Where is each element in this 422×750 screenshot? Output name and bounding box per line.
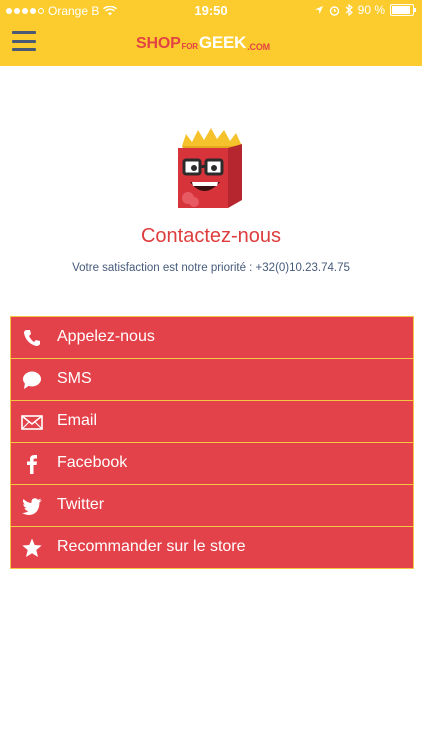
phone-icon <box>24 330 40 346</box>
logo-geek: GEEK <box>198 33 247 52</box>
facebook-label: Facebook <box>57 454 128 471</box>
battery-icon <box>390 4 416 16</box>
facebook-button[interactable]: Facebook <box>11 443 413 485</box>
star-icon <box>22 538 42 557</box>
call-us-button[interactable]: Appelez-nous <box>11 317 413 359</box>
recommend-store-button[interactable]: Recommander sur le store <box>11 527 413 568</box>
chat-bubble-icon <box>23 371 41 389</box>
logo-shop: SHOP <box>136 35 181 52</box>
email-button[interactable]: Email <box>11 401 413 443</box>
recommend-store-label: Recommander sur le store <box>57 538 246 555</box>
call-us-label: Appelez-nous <box>57 328 155 345</box>
sms-button[interactable]: SMS <box>11 359 413 401</box>
alarm-icon <box>329 5 339 16</box>
battery-percent: 90 % <box>357 3 385 17</box>
shopforgeek-logo: SHOP FOR GEEK .COM <box>136 33 270 53</box>
bluetooth-icon <box>345 4 353 16</box>
contact-subtitle: Votre satisfaction est notre priorité : … <box>72 262 350 274</box>
hamburger-menu-icon[interactable] <box>12 31 36 51</box>
location-icon <box>314 6 323 14</box>
facebook-icon <box>27 455 37 474</box>
twitter-button[interactable]: Twitter <box>11 485 413 527</box>
status-right: 90 % <box>314 3 416 17</box>
twitter-bird-icon <box>22 498 42 515</box>
app-header: Orange B 19:50 90 % SHOP FOR GEEK .COM <box>0 0 422 66</box>
geek-mascot-icon <box>178 128 242 208</box>
status-bar: Orange B 19:50 90 % <box>0 0 422 22</box>
logo-com: .COM <box>247 42 270 52</box>
page-title: Contactez-nous <box>140 225 282 247</box>
sms-label: SMS <box>57 370 92 387</box>
contact-actions-list: Appelez-nous SMS Email Facebook Twitter … <box>10 316 414 569</box>
envelope-icon <box>21 415 43 430</box>
email-label: Email <box>57 412 98 429</box>
logo-for: FOR <box>181 42 199 51</box>
twitter-label: Twitter <box>57 496 105 513</box>
